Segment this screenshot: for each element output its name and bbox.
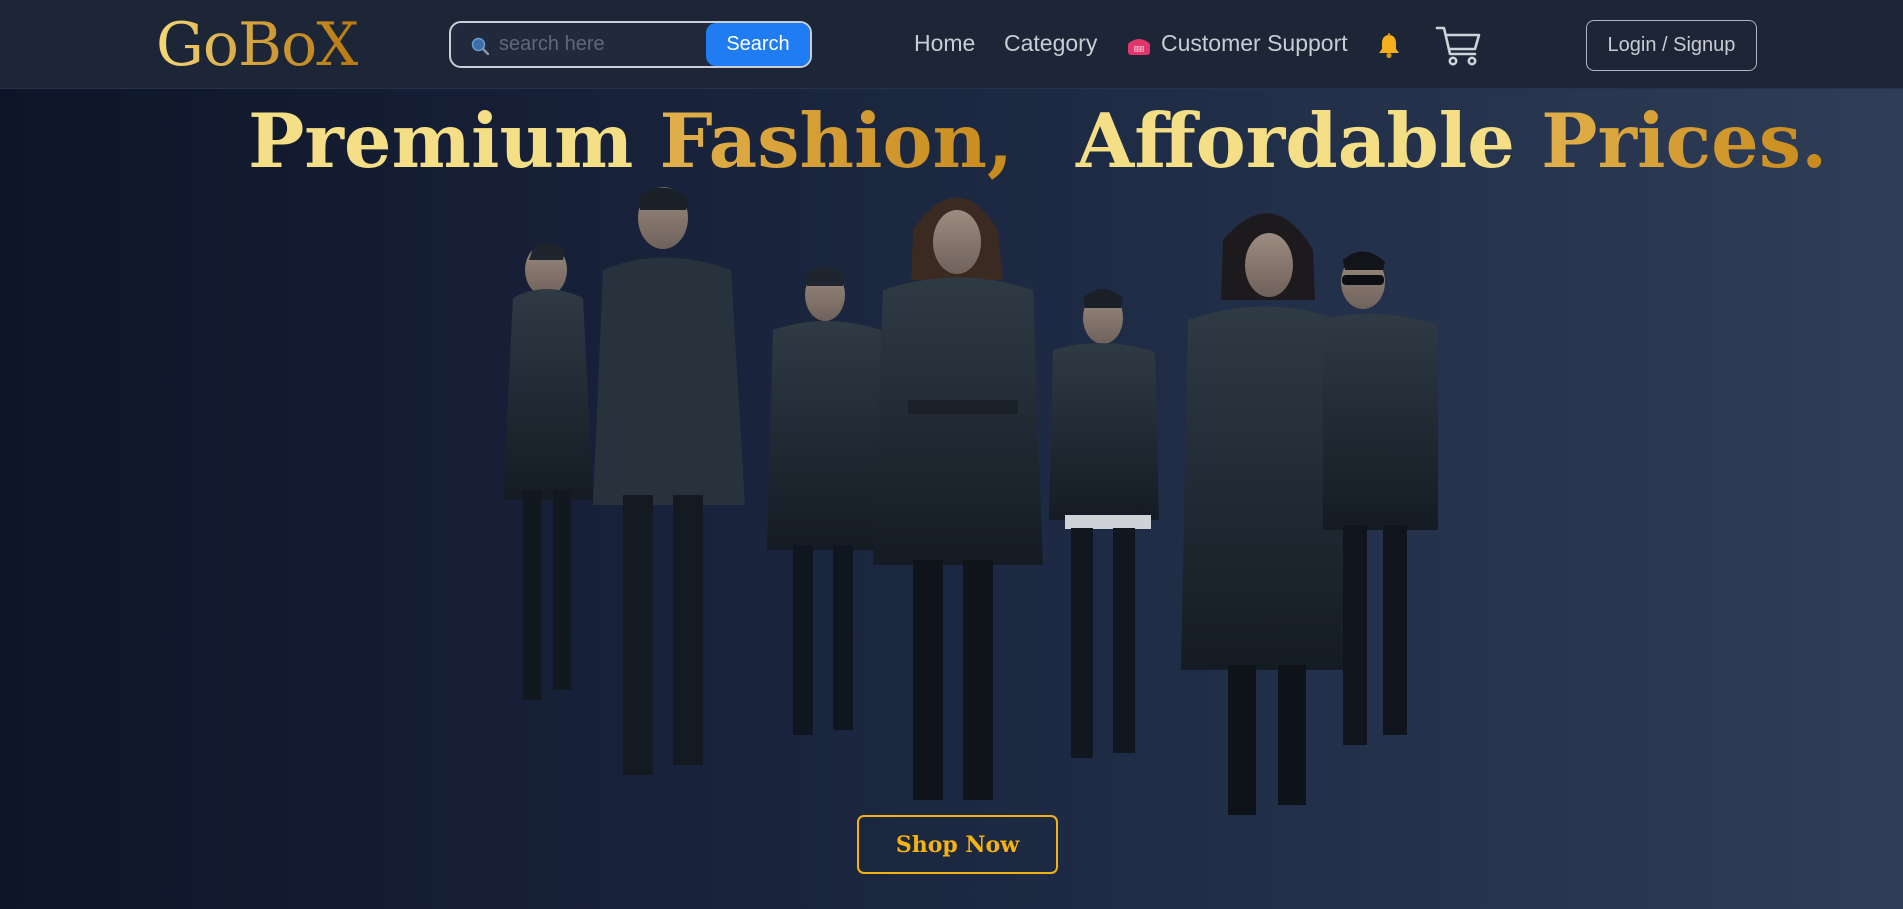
model-figure: [503, 242, 593, 700]
search-icon: [471, 37, 489, 55]
model-figure: [1323, 251, 1438, 745]
model-figure: [767, 266, 883, 735]
login-signup-button[interactable]: Login / Signup: [1586, 20, 1757, 71]
search-bar: Search: [449, 21, 812, 68]
nav-home-link[interactable]: Home: [914, 30, 975, 57]
model-figure: [1049, 289, 1159, 758]
model-figure: [593, 187, 745, 775]
bell-icon[interactable]: [1377, 33, 1401, 59]
telephone-icon[interactable]: [1127, 36, 1151, 56]
cart-icon[interactable]: [1435, 24, 1482, 68]
hero-models-image: [503, 187, 1438, 815]
shop-now-button[interactable]: Shop Now: [857, 815, 1058, 874]
brand-logo[interactable]: GoBoX: [156, 8, 359, 82]
hero-title-word-prices: Prices.: [1541, 97, 1828, 185]
nav-customer-support-link[interactable]: Customer Support: [1161, 30, 1348, 57]
search-button[interactable]: Search: [706, 23, 810, 66]
nav-category-link[interactable]: Category: [1004, 30, 1097, 57]
navbar: GoBoX Search Home Category Customer Supp…: [0, 0, 1903, 89]
model-figure: [873, 197, 1043, 800]
